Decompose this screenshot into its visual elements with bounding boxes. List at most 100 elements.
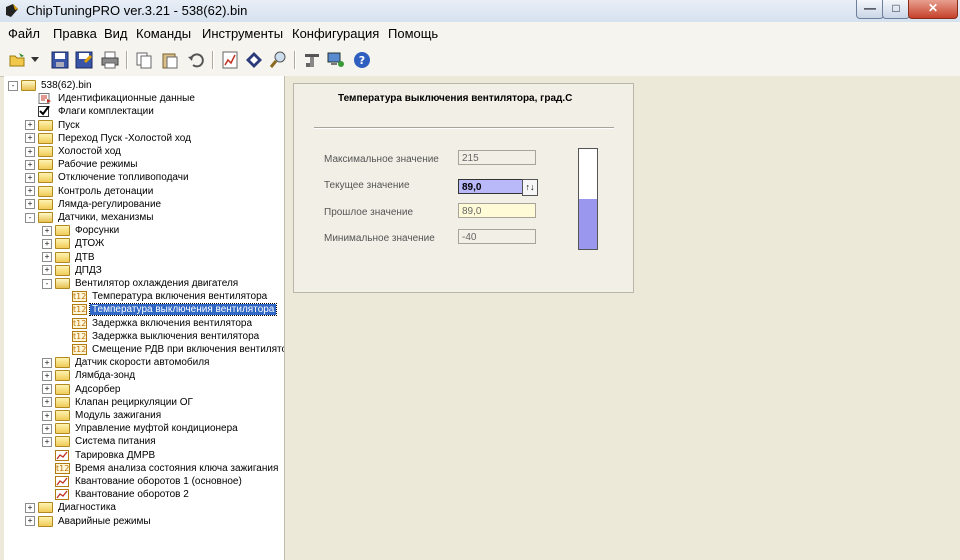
expand-icon[interactable]: +: [42, 265, 52, 276]
search-icon: [269, 51, 286, 68]
toolbar: ?: [0, 44, 960, 77]
tree-item[interactable]: - 538(62).bin: [8, 79, 94, 92]
tree-item[interactable]: + Аварийные режимы: [25, 515, 153, 528]
menu-view[interactable]: Вид: [104, 26, 128, 41]
expand-icon[interactable]: +: [42, 238, 52, 249]
past-value-label: Прошлое значение: [324, 207, 414, 218]
expand-icon[interactable]: +: [42, 370, 52, 381]
menu-commands[interactable]: Команды: [136, 26, 191, 41]
diamond-button[interactable]: [244, 50, 264, 70]
tree-item[interactable]: t12 Задержка выключения вентилятора: [59, 330, 261, 343]
close-button[interactable]: ✕: [908, 0, 958, 19]
tree-item[interactable]: + Форсунки: [42, 224, 121, 237]
tree-item[interactable]: Флаги комплектации: [25, 105, 156, 118]
maximize-button[interactable]: □: [882, 0, 910, 19]
collapse-icon[interactable]: -: [8, 80, 18, 91]
tree-item[interactable]: + Отключение топливоподачи: [25, 171, 191, 184]
folder-icon: [38, 502, 53, 514]
tree-item[interactable]: Квантование оборотов 1 (основное): [42, 475, 244, 488]
table-param-icon: t12: [72, 330, 87, 342]
open-dropdown[interactable]: [30, 50, 40, 70]
expand-icon[interactable]: +: [25, 186, 35, 197]
tree-item[interactable]: + Клапан рециркуляции ОГ: [42, 396, 195, 409]
tree-item[interactable]: t12 Время анализа состояния ключа зажиган…: [42, 462, 280, 475]
save-button[interactable]: [50, 50, 70, 70]
menu-file[interactable]: Файл: [8, 26, 40, 41]
expand-icon[interactable]: +: [25, 159, 35, 170]
tree-item[interactable]: + Адсорбер: [42, 383, 122, 396]
tree-item[interactable]: + ДТВ: [42, 251, 97, 264]
expand-icon[interactable]: +: [42, 225, 52, 236]
table-param-icon: t12: [55, 462, 70, 474]
tree-item[interactable]: + Управление муфтой кондиционера: [42, 422, 240, 435]
save-as-button[interactable]: [74, 50, 94, 70]
tree-item[interactable]: + Диагностика: [25, 501, 118, 514]
tree-item[interactable]: + Рабочие режимы: [25, 158, 139, 171]
tree-item[interactable]: + Контроль детонации: [25, 185, 155, 198]
tree-item[interactable]: + Модуль зажигания: [42, 409, 163, 422]
tree-item[interactable]: Тарировка ДМРВ: [42, 449, 157, 462]
expand-icon[interactable]: +: [42, 252, 52, 263]
expand-icon[interactable]: +: [25, 199, 35, 210]
tree-item[interactable]: t12 Температура выключения вентилятора: [59, 303, 278, 317]
spin-button[interactable]: ↑↓: [522, 179, 538, 196]
menu-configuration[interactable]: Конфигурация: [292, 26, 379, 41]
undo-button[interactable]: [186, 50, 206, 70]
tree-item[interactable]: - Датчики, механизмы: [25, 211, 155, 224]
expand-icon[interactable]: +: [42, 397, 52, 408]
tree-item-label: Температура включения вентилятора: [92, 291, 268, 303]
tree-item[interactable]: t12 Смещение РДВ при включения вентилятор…: [59, 343, 284, 356]
expand-icon[interactable]: +: [42, 410, 52, 421]
tree-item[interactable]: Квантование оборотов 2: [42, 488, 191, 501]
expand-icon[interactable]: +: [25, 133, 35, 144]
tree-item[interactable]: Идентификационные данные: [25, 92, 197, 105]
menu-edit[interactable]: Правка: [53, 26, 97, 41]
print-icon: [101, 51, 119, 69]
table-param-icon: t12: [72, 291, 87, 303]
menu-tools[interactable]: Инструменты: [202, 26, 283, 41]
tree-item[interactable]: t12 Температура включения вентилятора: [59, 290, 269, 303]
tools-button[interactable]: [302, 50, 322, 70]
gauge-fill: [579, 199, 597, 249]
print-button[interactable]: [100, 50, 120, 70]
paste-button[interactable]: [160, 50, 180, 70]
tree-view[interactable]: - 538(62).bin Идентификационные данные Флаг…: [4, 76, 285, 560]
expand-icon[interactable]: +: [25, 120, 35, 131]
menu-help[interactable]: Помощь: [388, 26, 438, 41]
search-button[interactable]: [268, 50, 288, 70]
folder-icon: [55, 370, 70, 382]
folder-icon: [38, 185, 53, 197]
collapse-icon[interactable]: -: [25, 212, 35, 223]
tree-item[interactable]: + ДПДЗ: [42, 264, 104, 277]
parameter-title: Температура выключения вентилятора, град…: [338, 93, 573, 104]
expand-icon[interactable]: +: [25, 516, 35, 527]
tree-item[interactable]: + Система питания: [42, 435, 158, 448]
open-button[interactable]: [8, 50, 28, 70]
tree-item[interactable]: + Лямбда-зонд: [42, 369, 137, 382]
tree-item[interactable]: + Пуск: [25, 119, 81, 132]
expand-icon[interactable]: +: [42, 423, 52, 434]
tree-item[interactable]: + ДТОЖ: [42, 237, 106, 250]
expand-icon[interactable]: +: [25, 172, 35, 183]
minimize-button[interactable]: —: [856, 0, 884, 19]
expand-icon[interactable]: +: [25, 502, 35, 513]
connect-button[interactable]: [326, 50, 346, 70]
expand-icon[interactable]: +: [42, 436, 52, 447]
tree-item[interactable]: + Переход Пуск -Холостой ход: [25, 132, 193, 145]
copy-button[interactable]: [134, 50, 154, 70]
tree-item[interactable]: t12 Задержка включения вентилятора: [59, 317, 254, 330]
expand-icon[interactable]: +: [42, 384, 52, 395]
tree-item-label: Квантование оборотов 2: [75, 489, 189, 501]
chart-button[interactable]: [220, 50, 240, 70]
tree-item-label: Рабочие режимы: [58, 159, 138, 171]
tree-item[interactable]: - Вентилятор охлаждения двигателя: [42, 277, 240, 290]
tree-item[interactable]: + Лямда-регулирование: [25, 198, 163, 211]
tree-item[interactable]: + Датчик скорости автомобиля: [42, 356, 211, 369]
expand-icon[interactable]: +: [25, 146, 35, 157]
folder-icon: [55, 251, 70, 263]
tree-item[interactable]: + Холостой ход: [25, 145, 123, 158]
folder-icon: [55, 423, 70, 435]
expand-icon[interactable]: +: [42, 357, 52, 368]
collapse-icon[interactable]: -: [42, 278, 52, 289]
help-button[interactable]: ?: [352, 50, 372, 70]
